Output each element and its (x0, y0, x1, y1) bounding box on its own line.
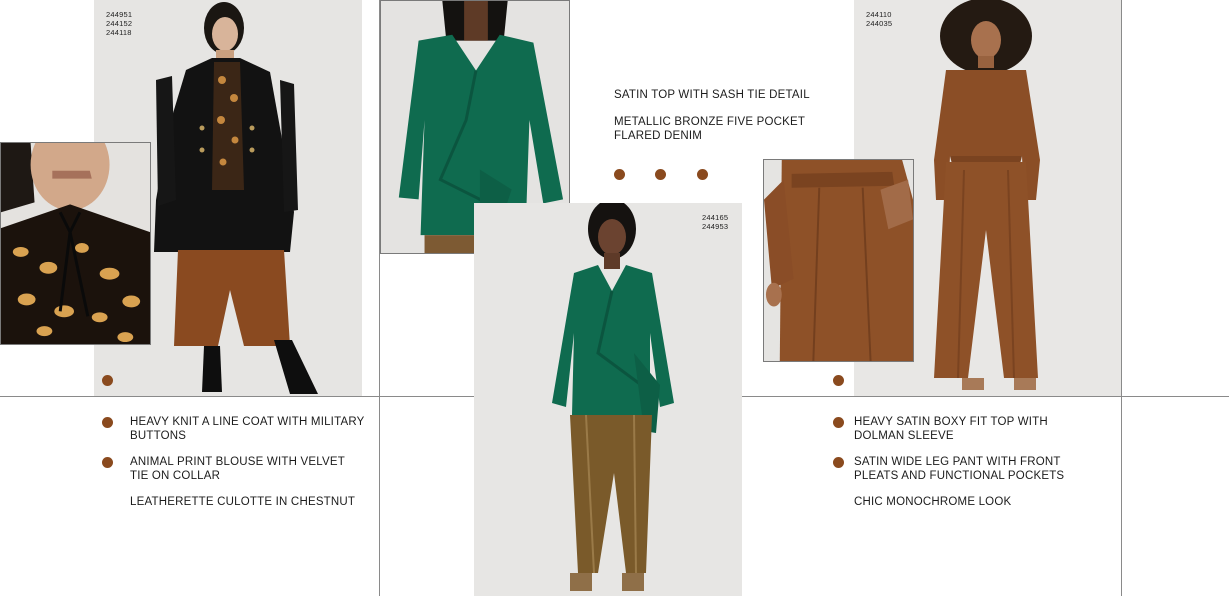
look3-marker-dot (833, 375, 844, 386)
look3-item-1-bullet (833, 417, 844, 428)
look3-item-3: CHIC MONOCHROME LOOK (854, 496, 1012, 508)
look1-item-1-bullet (102, 417, 113, 428)
look2-dot-2 (655, 169, 666, 180)
look3-item-2-bullet (833, 457, 844, 468)
look2-dot-3 (697, 169, 708, 180)
look3-item-2: SATIN WIDE LEG PANT WITH FRONT PLEATS AN… (854, 456, 1065, 482)
look3-style-codes: 244110 244035 (866, 10, 893, 28)
look1-item-3: LEATHERETTE CULOTTE IN CHESTNUT (130, 496, 356, 508)
look1-collar-detail-photo (0, 142, 151, 345)
look2-dot-1 (614, 169, 625, 180)
look2-item-1: SATIN TOP WITH SASH TIE DETAIL (614, 89, 810, 101)
look2-model-photo (474, 203, 742, 596)
look1-marker-dot (102, 375, 113, 386)
look3-pant-detail-photo (763, 159, 914, 362)
look1-item-2-bullet (102, 457, 113, 468)
look3-item-1: HEAVY SATIN BOXY FIT TOP WITH DOLMAN SLE… (854, 416, 1048, 442)
look1-item-1: HEAVY KNIT A LINE COAT WITH MILITARY BUT… (130, 416, 365, 442)
divider-vertical-2 (1121, 0, 1122, 596)
look2-style-codes: 244165 244953 (702, 213, 729, 231)
look2-item-2: METALLIC BRONZE FIVE POCKET FLARED DENIM (614, 116, 806, 142)
look1-item-2: ANIMAL PRINT BLOUSE WITH VELVET TIE ON C… (130, 456, 345, 482)
look1-style-codes: 244951 244152 244118 (106, 10, 133, 37)
